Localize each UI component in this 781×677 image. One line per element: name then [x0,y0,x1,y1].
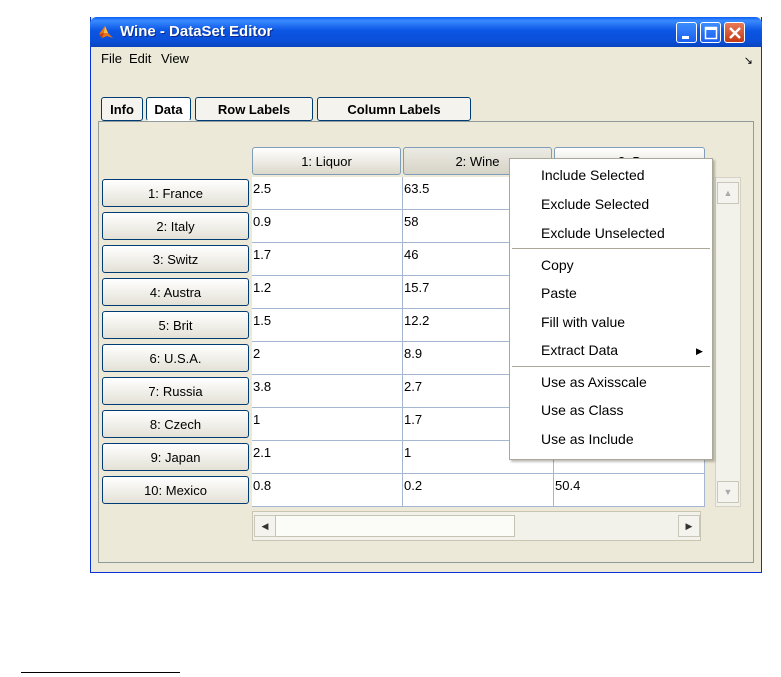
tab-data[interactable]: Data [146,97,191,121]
close-icon [729,27,741,39]
matlab-logo-icon [99,26,113,38]
tab-info[interactable]: Info [101,97,143,121]
row-header[interactable]: 1: France [102,179,249,207]
horizontal-scrollbar[interactable]: ◀ ▶ [252,511,701,541]
maximize-icon [704,26,718,40]
title-bar[interactable]: Wine - DataSet Editor [90,17,762,47]
menu-use-as-class[interactable]: Use as Class [541,402,623,418]
table-cell[interactable]: 1.7 [252,243,403,276]
table-cell[interactable]: 2.5 [252,177,403,210]
row-header[interactable]: 5: Brit [102,311,249,339]
table-cell[interactable]: 1.2 [252,276,403,309]
tab-row-labels[interactable]: Row Labels [195,97,313,121]
minimize-button[interactable] [676,22,697,43]
window-title: Wine - DataSet Editor [120,23,273,40]
divider-line [21,672,180,673]
menu-use-as-axisscale[interactable]: Use as Axisscale [541,374,647,390]
menu-include-selected[interactable]: Include Selected [541,167,645,183]
menu-use-as-include[interactable]: Use as Include [541,431,634,447]
menu-exclude-selected[interactable]: Exclude Selected [541,196,649,212]
table-cell[interactable]: 2.1 [252,441,403,474]
column-header-liquor[interactable]: 1: Liquor [252,147,401,175]
dock-icon[interactable]: ↘ [744,54,753,67]
table-cell[interactable]: 0.8 [252,474,403,507]
scroll-down-button[interactable]: ▼ [717,481,739,503]
table-cell[interactable]: 0.9 [252,210,403,243]
menu-file[interactable]: File [101,51,122,66]
submenu-arrow-icon: ▶ [696,346,703,356]
menu-view[interactable]: View [161,51,189,66]
close-button[interactable] [724,22,745,43]
menu-separator [512,248,710,249]
row-header[interactable]: 6: U.S.A. [102,344,249,372]
table-cell[interactable]: 2 [252,342,403,375]
menu-bar: File Edit View ↘ [91,47,761,71]
menu-separator [512,366,710,367]
row-header[interactable]: 3: Switz [102,245,249,273]
menu-paste[interactable]: Paste [541,285,577,301]
horizontal-scroll-thumb[interactable] [275,515,515,537]
menu-copy[interactable]: Copy [541,257,574,273]
row-header[interactable]: 10: Mexico [102,476,249,504]
table-cell[interactable]: 1 [252,408,403,441]
scroll-left-button[interactable]: ◀ [254,515,276,537]
tab-column-labels[interactable]: Column Labels [317,97,471,121]
table-cell[interactable]: 0.2 [403,474,554,507]
row-header[interactable]: 2: Italy [102,212,249,240]
scroll-up-button[interactable]: ▲ [717,182,739,204]
table-cell[interactable]: 3.8 [252,375,403,408]
vertical-scrollbar[interactable]: ▲ ▼ [715,177,741,507]
context-menu: Include Selected Exclude Selected Exclud… [509,158,713,460]
table-cell[interactable]: 1.5 [252,309,403,342]
scroll-right-button[interactable]: ▶ [678,515,700,537]
table-cell[interactable]: 50.4 [554,474,705,507]
row-header[interactable]: 7: Russia [102,377,249,405]
row-header[interactable]: 8: Czech [102,410,249,438]
menu-extract-data[interactable]: Extract Data [541,342,618,358]
minimize-icon [682,36,689,39]
menu-edit[interactable]: Edit [129,51,151,66]
row-header[interactable]: 4: Austra [102,278,249,306]
menu-exclude-unselected[interactable]: Exclude Unselected [541,225,665,241]
maximize-button[interactable] [700,22,721,43]
menu-fill-with-value[interactable]: Fill with value [541,314,625,330]
row-header[interactable]: 9: Japan [102,443,249,471]
